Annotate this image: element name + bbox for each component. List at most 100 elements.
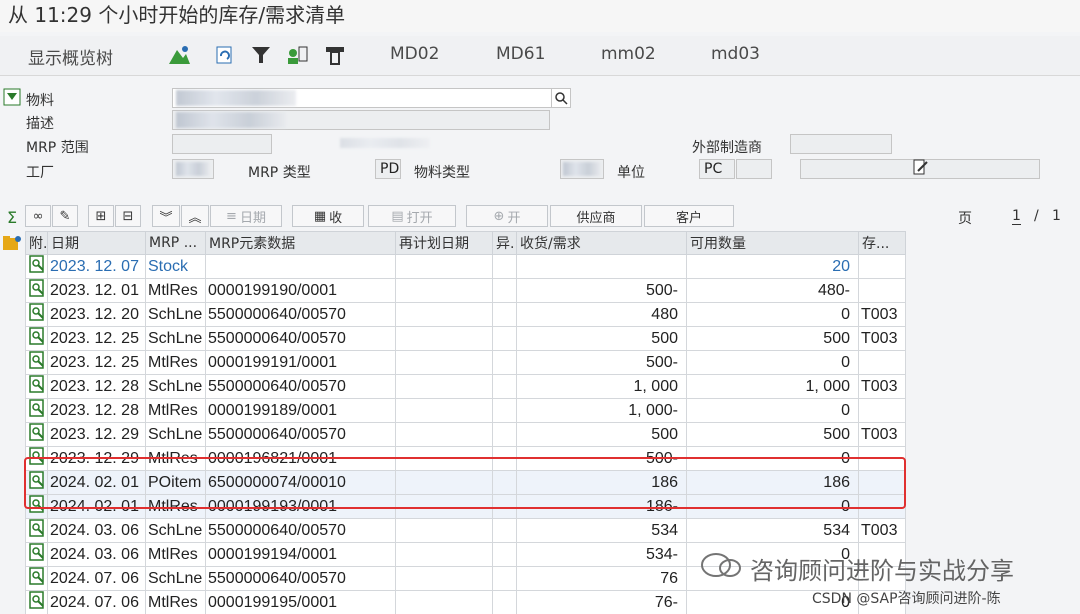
tree-collapse-button[interactable]: ⊟: [115, 205, 141, 227]
mrp-element-data-cell: 0000199190/0001: [205, 278, 396, 303]
mrp-element-data-cell: 0000199189/0001: [205, 398, 396, 423]
exception-cell: [492, 374, 517, 399]
mrp-element-data-cell: 0000199191/0001: [205, 350, 396, 375]
pencil-button[interactable]: ✎: [52, 205, 78, 227]
page-separator: /: [1034, 208, 1039, 224]
table-row[interactable]: 2024. 07. 06 MtlRes 0000199195/0001 76- 0: [25, 590, 906, 614]
page-current[interactable]: 1: [1012, 208, 1021, 225]
detail-icon[interactable]: [25, 566, 48, 591]
table-row[interactable]: 2023. 12. 20 SchLne 5500000640/00570 480 0 T0…: [25, 302, 906, 327]
mm02-button[interactable]: mm02: [601, 44, 656, 64]
external-manufacturer-field: [790, 134, 892, 154]
detail-icon[interactable]: [25, 398, 48, 423]
column-header[interactable]: 附.: [25, 231, 48, 255]
mrp-element-cell: MtlRes: [145, 590, 206, 614]
available-qty-cell: 500: [686, 326, 859, 351]
mrp-element-cell: MtlRes: [145, 398, 206, 423]
external-manufacturer-label: 外部制造商: [692, 140, 762, 156]
column-header[interactable]: MRP ...: [145, 231, 206, 255]
filter-icon[interactable]: [248, 42, 274, 68]
mrp-element-cell: SchLne: [145, 374, 206, 399]
mrp-element-cell: SchLne: [145, 566, 206, 591]
edit-note-button[interactable]: [800, 159, 1040, 179]
column-header[interactable]: 异.: [492, 231, 517, 255]
unit-extra-field: [736, 159, 772, 179]
date-cell: 2023. 12. 25: [47, 326, 146, 351]
md02-button[interactable]: MD02: [390, 44, 439, 64]
detail-icon[interactable]: [25, 542, 48, 567]
md61-button[interactable]: MD61: [496, 44, 545, 64]
table-row[interactable]: 2023. 12. 25 MtlRes 0000199191/0001 500- 0: [25, 350, 906, 375]
detail-icon[interactable]: [25, 374, 48, 399]
column-header[interactable]: 再计划日期: [395, 231, 493, 255]
plant-label: 工厂: [26, 165, 54, 181]
table-row[interactable]: 2023. 12. 28 MtlRes 0000199189/0001 1, 000-…: [25, 398, 906, 423]
show-overview-tree-button[interactable]: 显示概览树: [28, 44, 113, 69]
mrp-element-data-cell: 5500000640/00570: [205, 302, 396, 327]
hierarchy-down-icon: ⊟: [122, 208, 134, 224]
material-type-label: 物料类型: [414, 165, 470, 181]
receipt-requirement-cell: 500-: [516, 350, 687, 375]
detail-icon[interactable]: [25, 254, 48, 279]
open-doc-icon: ▤: [391, 208, 404, 224]
date-button[interactable]: ≡ 日期: [210, 205, 282, 227]
table-row[interactable]: 2023. 12. 25 SchLne 5500000640/00570 500 500…: [25, 326, 906, 351]
glasses-button[interactable]: ∞: [25, 205, 51, 227]
application-toolbar: 显示概览树 MD02 MD61 mm02 md03: [0, 36, 1080, 76]
sum-icon[interactable]: Σ: [3, 207, 21, 227]
open2-button[interactable]: ⊕ 开: [466, 205, 548, 227]
table-row[interactable]: 2023. 12. 28 SchLne 5500000640/00570 1, 000…: [25, 374, 906, 399]
hierarchy-icon: ⊞: [95, 208, 107, 224]
receipt-button[interactable]: ▦ 收: [292, 205, 364, 227]
open-button[interactable]: ▤ 打开: [368, 205, 456, 227]
receipt-requirement-cell: 534: [516, 518, 687, 543]
detail-icon[interactable]: [25, 326, 48, 351]
reschedule-date-cell: [395, 566, 493, 591]
vendor-button[interactable]: 供应商: [550, 205, 642, 227]
table-row[interactable]: 2024. 03. 06 SchLne 5500000640/00570 534 534…: [25, 518, 906, 543]
detail-icon[interactable]: [25, 302, 48, 327]
column-header[interactable]: 收货/需求: [516, 231, 687, 255]
reschedule-date-cell: [395, 518, 493, 543]
detail-icon[interactable]: [25, 278, 48, 303]
table-row[interactable]: 2023. 12. 01 MtlRes 0000199190/0001 500- 480…: [25, 278, 906, 303]
unit-label: 单位: [617, 165, 645, 181]
refresh-icon[interactable]: [212, 42, 238, 68]
detail-icon[interactable]: [25, 590, 48, 614]
reschedule-date-cell: [395, 422, 493, 447]
detail-icon[interactable]: [25, 518, 48, 543]
person-list-icon[interactable]: [284, 42, 310, 68]
md03-button[interactable]: md03: [711, 44, 760, 64]
column-header[interactable]: MRP元素数据: [205, 231, 396, 255]
customer-button[interactable]: 客户: [644, 205, 734, 227]
expand-all-button[interactable]: ︽: [181, 205, 209, 227]
double-chevron-up-icon: ︽: [188, 210, 202, 226]
column-header[interactable]: 存...: [858, 231, 906, 255]
collapse-header-icon[interactable]: [3, 88, 21, 106]
highlight-box: [24, 457, 906, 509]
mrp-element-cell: MtlRes: [145, 350, 206, 375]
stamp-icon[interactable]: [322, 42, 348, 68]
edit-note-icon: [912, 159, 928, 180]
available-qty-cell: 0: [686, 398, 859, 423]
table-row[interactable]: 2023. 12. 29 SchLne 5500000640/00570 500 500…: [25, 422, 906, 447]
exception-cell: [492, 518, 517, 543]
storage-cell: [858, 254, 906, 279]
date-cell: 2024. 07. 06: [47, 590, 146, 614]
storage-cell: T003: [858, 326, 906, 351]
storage-cell: T003: [858, 374, 906, 399]
mrp-element-data-cell: 5500000640/00570: [205, 422, 396, 447]
mountain-icon[interactable]: [166, 42, 192, 68]
unit-field: PC: [699, 159, 735, 179]
column-header[interactable]: 可用数量: [686, 231, 859, 255]
collapse-all-button[interactable]: ︾: [152, 205, 180, 227]
detail-icon[interactable]: [25, 350, 48, 375]
tree-expand-button[interactable]: ⊞: [88, 205, 114, 227]
folder-key-icon[interactable]: [2, 232, 22, 252]
column-header[interactable]: 日期: [47, 231, 146, 255]
table-row[interactable]: 2023. 12. 07 Stock 20: [25, 254, 906, 279]
page-total: 1: [1052, 208, 1061, 224]
detail-icon[interactable]: [25, 422, 48, 447]
redacted-material-type: [563, 162, 601, 176]
search-icon[interactable]: [551, 88, 571, 108]
